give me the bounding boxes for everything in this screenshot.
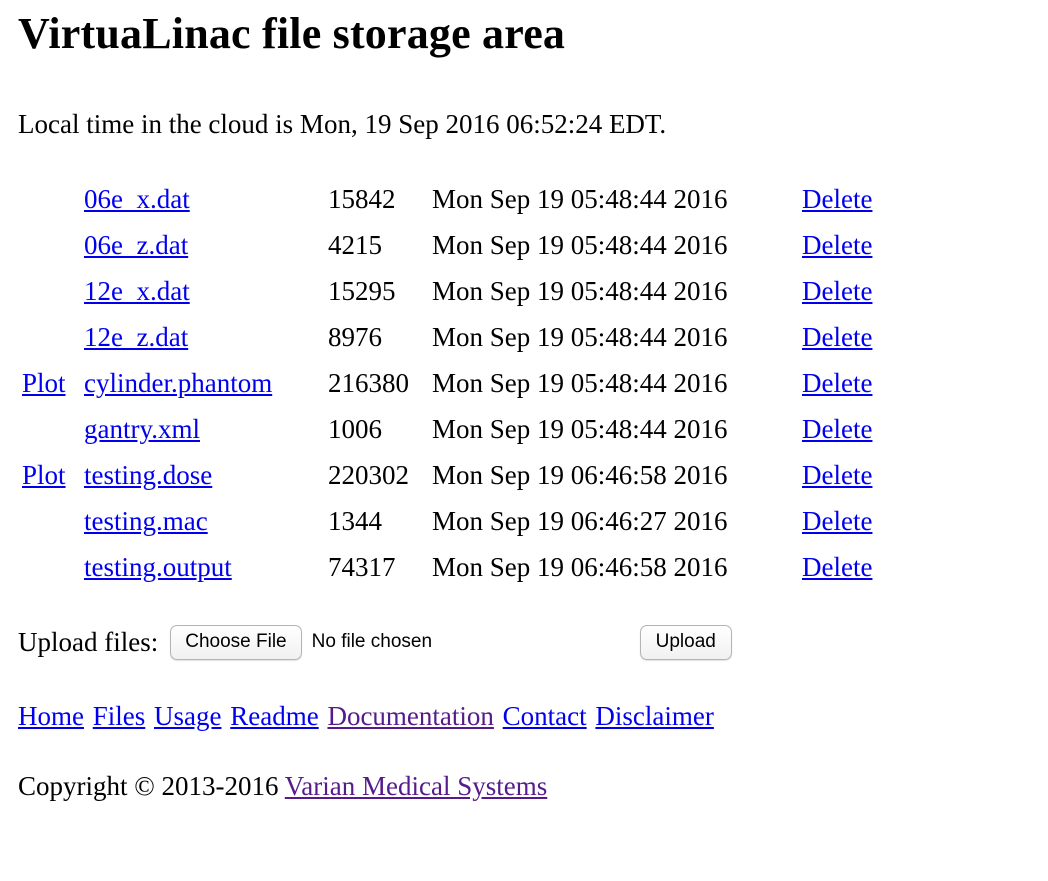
file-row: 06e_z.dat 4215 Mon Sep 19 05:48:44 2016 Del… <box>18 222 876 268</box>
file-name-cell: testing.output <box>80 544 324 590</box>
delete-cell: Delete <box>798 452 876 498</box>
file-name-link[interactable]: testing.output <box>84 552 232 582</box>
file-name-link[interactable]: 12e_x.dat <box>84 276 190 306</box>
file-row: gantry.xml 1006 Mon Sep 19 05:48:44 2016 De… <box>18 406 876 452</box>
page-title: VirtuaLinac file storage area <box>18 9 566 58</box>
file-name-link[interactable]: cylinder.phantom <box>84 368 272 398</box>
nav-link-files[interactable]: Files <box>93 701 146 731</box>
delete-cell: Delete <box>798 176 876 222</box>
company-link[interactable]: Varian Medical Systems <box>285 771 547 801</box>
plot-cell: Plot <box>18 360 80 406</box>
file-size: 4215 <box>328 230 382 260</box>
file-date: Mon Sep 19 05:48:44 2016 <box>432 368 728 398</box>
delete-link[interactable]: Delete <box>802 322 872 352</box>
file-size: 15295 <box>328 276 396 306</box>
file-name-link[interactable]: 12e_z.dat <box>84 322 188 352</box>
upload-form: Upload files: Choose File No file chosen… <box>18 622 732 662</box>
plot-link[interactable]: Plot <box>22 368 66 398</box>
local-time-text: Local time in the cloud is Mon, 19 Sep 2… <box>18 109 667 139</box>
file-size: 216380 <box>328 368 409 398</box>
file-row: 06e_x.dat 15842 Mon Sep 19 05:48:44 2016 De… <box>18 176 876 222</box>
file-name-cell: 12e_x.dat <box>80 268 324 314</box>
delete-link[interactable]: Delete <box>802 368 872 398</box>
plot-cell <box>18 544 80 590</box>
nav-link-readme[interactable]: Readme <box>230 701 318 731</box>
file-size: 15842 <box>328 184 396 214</box>
delete-link[interactable]: Delete <box>802 184 872 214</box>
delete-link[interactable]: Delete <box>802 414 872 444</box>
file-size: 1344 <box>328 506 382 536</box>
file-name-cell: testing.mac <box>80 498 324 544</box>
file-date: Mon Sep 19 05:48:44 2016 <box>432 276 728 306</box>
delete-cell: Delete <box>798 406 876 452</box>
file-name-cell: 06e_x.dat <box>80 176 324 222</box>
upload-button[interactable]: Upload <box>639 624 732 660</box>
delete-link[interactable]: Delete <box>802 460 872 490</box>
file-date: Mon Sep 19 06:46:58 2016 <box>432 460 728 490</box>
plot-cell <box>18 222 80 268</box>
plot-cell: Plot <box>18 452 80 498</box>
nav-link-disclaimer[interactable]: Disclaimer <box>595 701 713 731</box>
nav-link-documentation[interactable]: Documentation <box>327 701 493 731</box>
plot-link[interactable]: Plot <box>22 460 66 490</box>
file-name-link[interactable]: 06e_x.dat <box>84 184 190 214</box>
plot-cell <box>18 406 80 452</box>
plot-cell <box>18 268 80 314</box>
file-row: testing.mac 1344 Mon Sep 19 06:46:27 2016 D… <box>18 498 876 544</box>
nav-link-usage[interactable]: Usage <box>154 701 221 731</box>
file-chosen-status: No file chosen <box>311 631 433 652</box>
plot-cell <box>18 314 80 360</box>
nav-link-contact[interactable]: Contact <box>503 701 587 731</box>
plot-cell <box>18 176 80 222</box>
footer-nav: Home Files Usage Readme Documentation Co… <box>18 696 716 736</box>
file-date: Mon Sep 19 05:48:44 2016 <box>432 414 728 444</box>
file-date: Mon Sep 19 05:48:44 2016 <box>432 230 728 260</box>
delete-cell: Delete <box>798 268 876 314</box>
delete-link[interactable]: Delete <box>802 276 872 306</box>
file-name-link[interactable]: testing.dose <box>84 460 212 490</box>
file-name-link[interactable]: gantry.xml <box>84 414 200 444</box>
plot-cell <box>18 498 80 544</box>
file-row: Plot testing.dose 220302 Mon Sep 19 06:46:5… <box>18 452 876 498</box>
delete-cell: Delete <box>798 544 876 590</box>
file-name-cell: 12e_z.dat <box>80 314 324 360</box>
file-name-cell: testing.dose <box>80 452 324 498</box>
delete-cell: Delete <box>798 498 876 544</box>
file-row: testing.output 74317 Mon Sep 19 06:46:58 2… <box>18 544 876 590</box>
file-name-cell: gantry.xml <box>80 406 324 452</box>
file-name-cell: cylinder.phantom <box>80 360 324 406</box>
file-row: 12e_x.dat 15295 Mon Sep 19 05:48:44 2016 De… <box>18 268 876 314</box>
page: VirtuaLinac file storage area Local time… <box>0 0 1048 881</box>
file-name-link[interactable]: 06e_z.dat <box>84 230 188 260</box>
copyright: Copyright © 2013-2016 Varian Medical Sys… <box>18 766 547 806</box>
file-name-link[interactable]: testing.mac <box>84 506 208 536</box>
file-size: 220302 <box>328 460 409 490</box>
delete-cell: Delete <box>798 314 876 360</box>
file-size: 74317 <box>328 552 396 582</box>
file-row: 12e_z.dat 8976 Mon Sep 19 05:48:44 2016 Del… <box>18 314 876 360</box>
delete-link[interactable]: Delete <box>802 552 872 582</box>
delete-link[interactable]: Delete <box>802 230 872 260</box>
delete-cell: Delete <box>798 360 876 406</box>
file-rows: 06e_x.dat 15842 Mon Sep 19 05:48:44 2016 De… <box>18 176 876 590</box>
choose-file-button[interactable]: Choose File <box>170 624 302 660</box>
file-date: Mon Sep 19 05:48:44 2016 <box>432 184 728 214</box>
copyright-text: Copyright © 2013-2016 <box>18 771 279 801</box>
file-size: 8976 <box>328 322 382 352</box>
delete-link[interactable]: Delete <box>802 506 872 536</box>
file-name-cell: 06e_z.dat <box>80 222 324 268</box>
file-date: Mon Sep 19 06:46:27 2016 <box>432 506 728 536</box>
delete-cell: Delete <box>798 222 876 268</box>
file-row: Plot cylinder.phantom 216380 Mon Sep 19 05:… <box>18 360 876 406</box>
file-date: Mon Sep 19 05:48:44 2016 <box>432 322 728 352</box>
file-date: Mon Sep 19 06:46:58 2016 <box>432 552 728 582</box>
upload-label: Upload files: <box>18 627 159 657</box>
file-size: 1006 <box>328 414 382 444</box>
nav-link-home[interactable]: Home <box>18 701 84 731</box>
file-table: 06e_x.dat 15842 Mon Sep 19 05:48:44 2016 De… <box>18 176 876 590</box>
